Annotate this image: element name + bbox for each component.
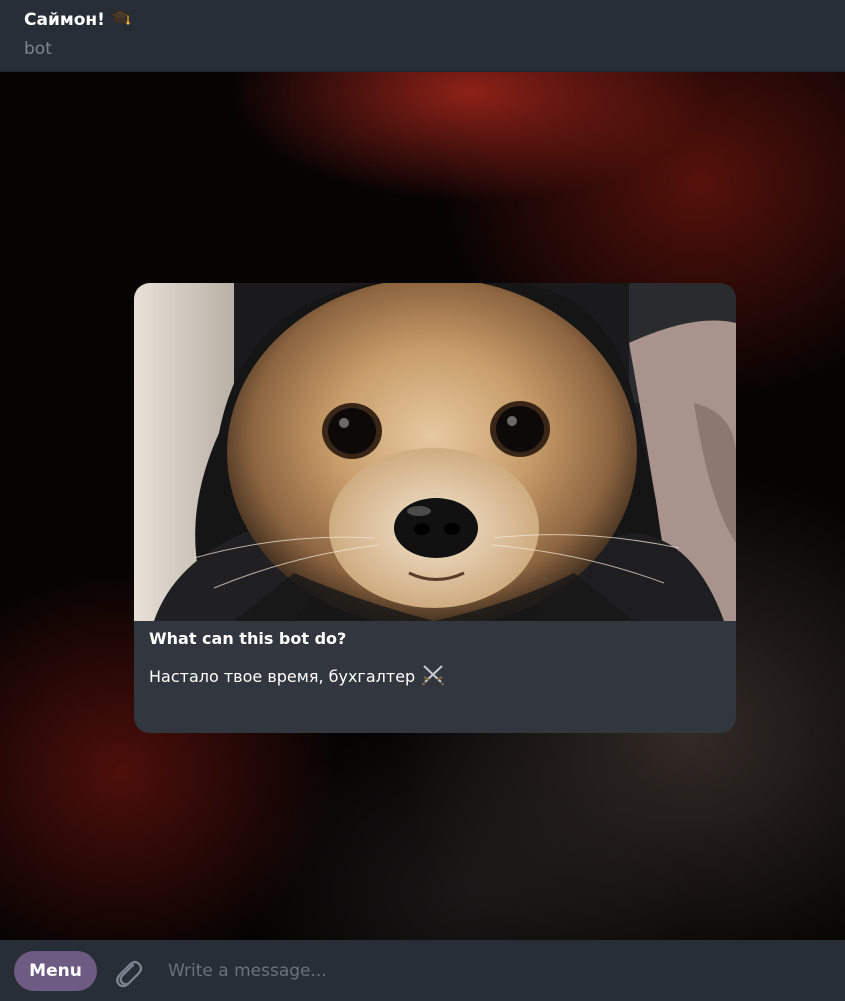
paperclip-icon[interactable] [113,956,143,988]
card-description: Настало твое время, бухгалтер [149,664,445,690]
chat-header[interactable]: Саймон! bot [0,0,845,72]
crossed-swords-icon [421,664,445,690]
message-input[interactable] [168,952,828,990]
card-description-text: Настало твое время, бухгалтер [149,667,416,686]
chat-title: Саймон! [24,8,131,33]
card-title: What can this bot do? [149,629,347,648]
message-composer: Menu [0,940,845,1001]
telegram-bot-chat-window: Саймон! bot What can this bot do? Настал… [0,0,845,1001]
menu-button[interactable]: Menu [14,951,97,991]
chat-title-text: Саймон! [24,10,105,30]
graduation-cap-icon [109,8,131,33]
bot-info-card: What can this bot do? Настало твое время… [134,283,736,733]
chat-status: bot [24,39,52,59]
chat-background: What can this bot do? Настало твое время… [0,72,845,940]
bot-intro-photo [134,283,736,621]
